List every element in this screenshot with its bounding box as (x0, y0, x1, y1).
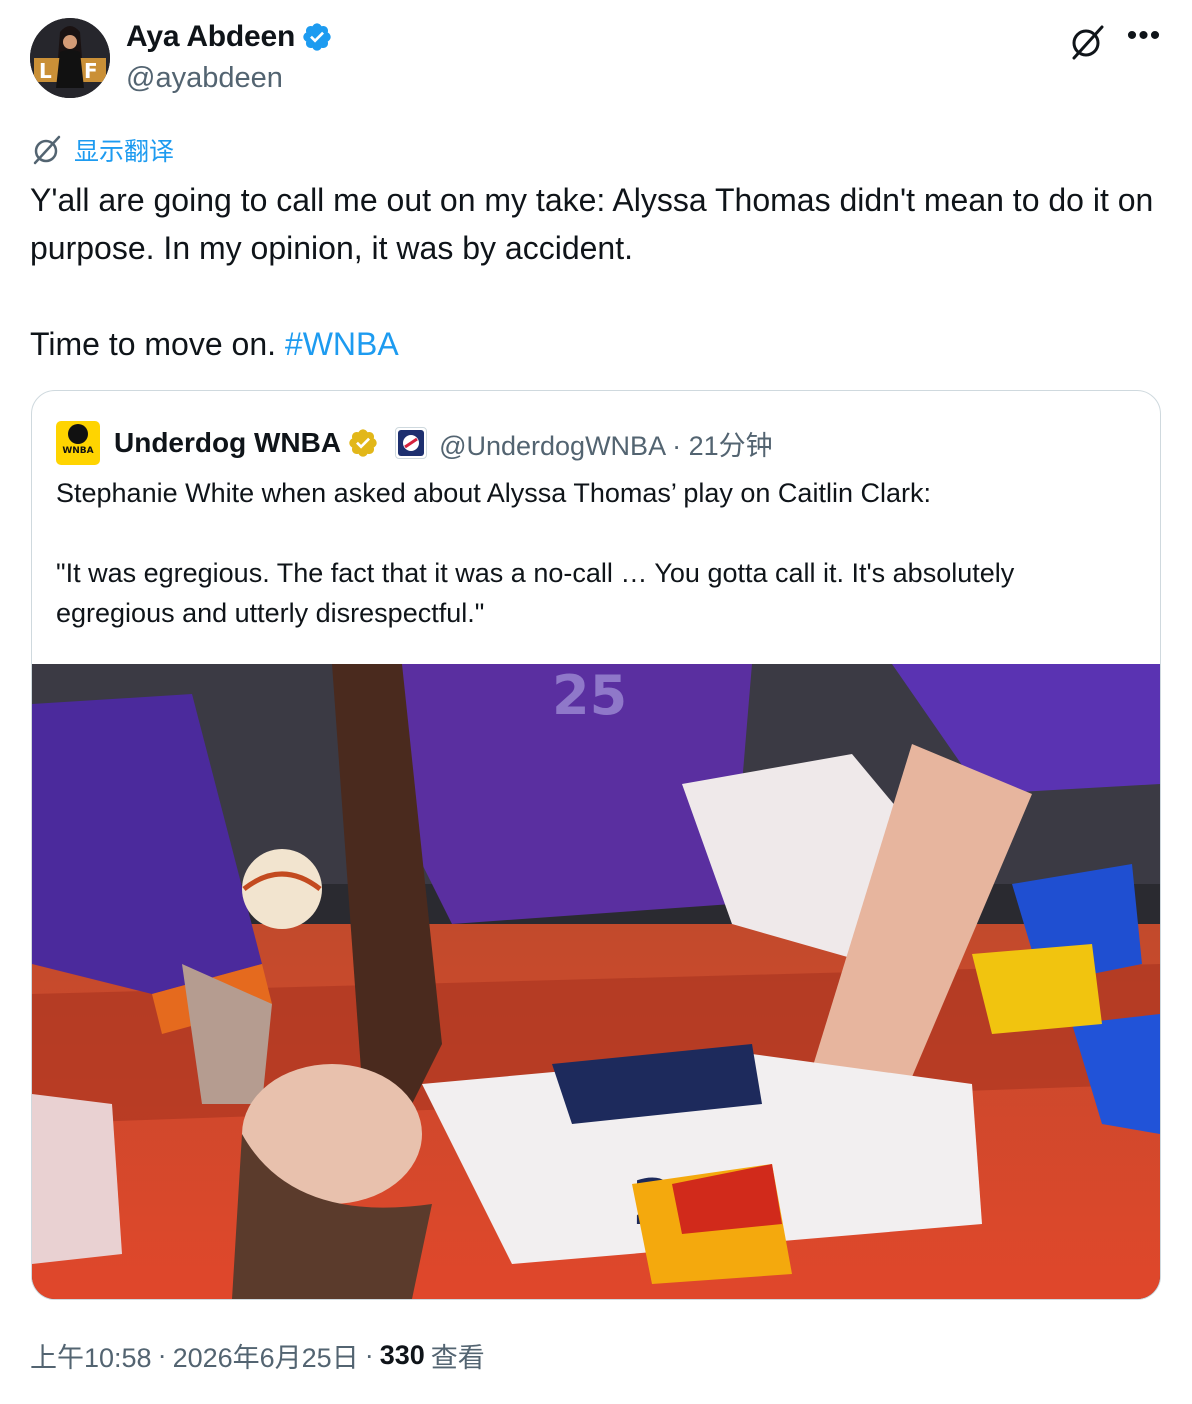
tweet-text: Y'all are going to call me out on my tak… (30, 176, 1160, 368)
author-handle[interactable]: @ayabdeen (126, 62, 283, 95)
grok-icon[interactable] (1068, 22, 1108, 62)
svg-text:L: L (39, 59, 52, 83)
verified-badge-icon (303, 23, 331, 51)
meta-separator: · (364, 1340, 374, 1370)
hashtag-link[interactable]: #WNBA (285, 326, 399, 362)
tweet-time[interactable]: 上午10:58 (30, 1336, 152, 1375)
affiliate-badge-icon (395, 427, 428, 459)
author-avatar[interactable]: L F (30, 18, 110, 98)
more-options-icon[interactable]: ••• (1124, 18, 1164, 58)
tweet-body: Y'all are going to call me out on my tak… (30, 182, 1154, 362)
quoted-avatar-text: WNBA (62, 446, 94, 456)
show-translation-link[interactable]: 显示翻译 (30, 132, 174, 168)
gold-verified-badge-icon (349, 429, 377, 457)
quoted-tweet[interactable]: WNBA Underdog WNBA @UnderdogWNBA · 21分钟 … (31, 390, 1161, 1300)
quoted-handle-time[interactable]: @UnderdogWNBA · 21分钟 (439, 424, 773, 463)
meta-separator: · (157, 1340, 167, 1370)
views-count: 330 (379, 1340, 425, 1370)
quoted-tweet-text: Stephanie White when asked about Alyssa … (56, 478, 1015, 628)
views-label: 查看 (430, 1343, 485, 1373)
quoted-author-name[interactable]: Underdog WNBA (114, 427, 341, 459)
quoted-avatar[interactable]: WNBA (56, 421, 100, 465)
quoted-media-image[interactable]: 25 22 (32, 664, 1160, 1299)
tweet-date[interactable]: 2026年6月25日 (173, 1336, 359, 1375)
show-translation-label[interactable]: 显示翻译 (74, 132, 174, 168)
svg-text:25: 25 (552, 664, 627, 727)
quoted-tweet-header: WNBA Underdog WNBA @UnderdogWNBA · 21分钟 (56, 421, 773, 465)
tweet-meta: 上午10:58 · 2026年6月25日 · 330 查看 (30, 1336, 485, 1375)
translate-icon (33, 135, 61, 165)
author-name-row[interactable]: Aya Abdeen (126, 20, 333, 54)
author-name[interactable]: Aya Abdeen (126, 20, 295, 54)
svg-text:F: F (84, 59, 98, 83)
basketball-icon (68, 424, 88, 444)
